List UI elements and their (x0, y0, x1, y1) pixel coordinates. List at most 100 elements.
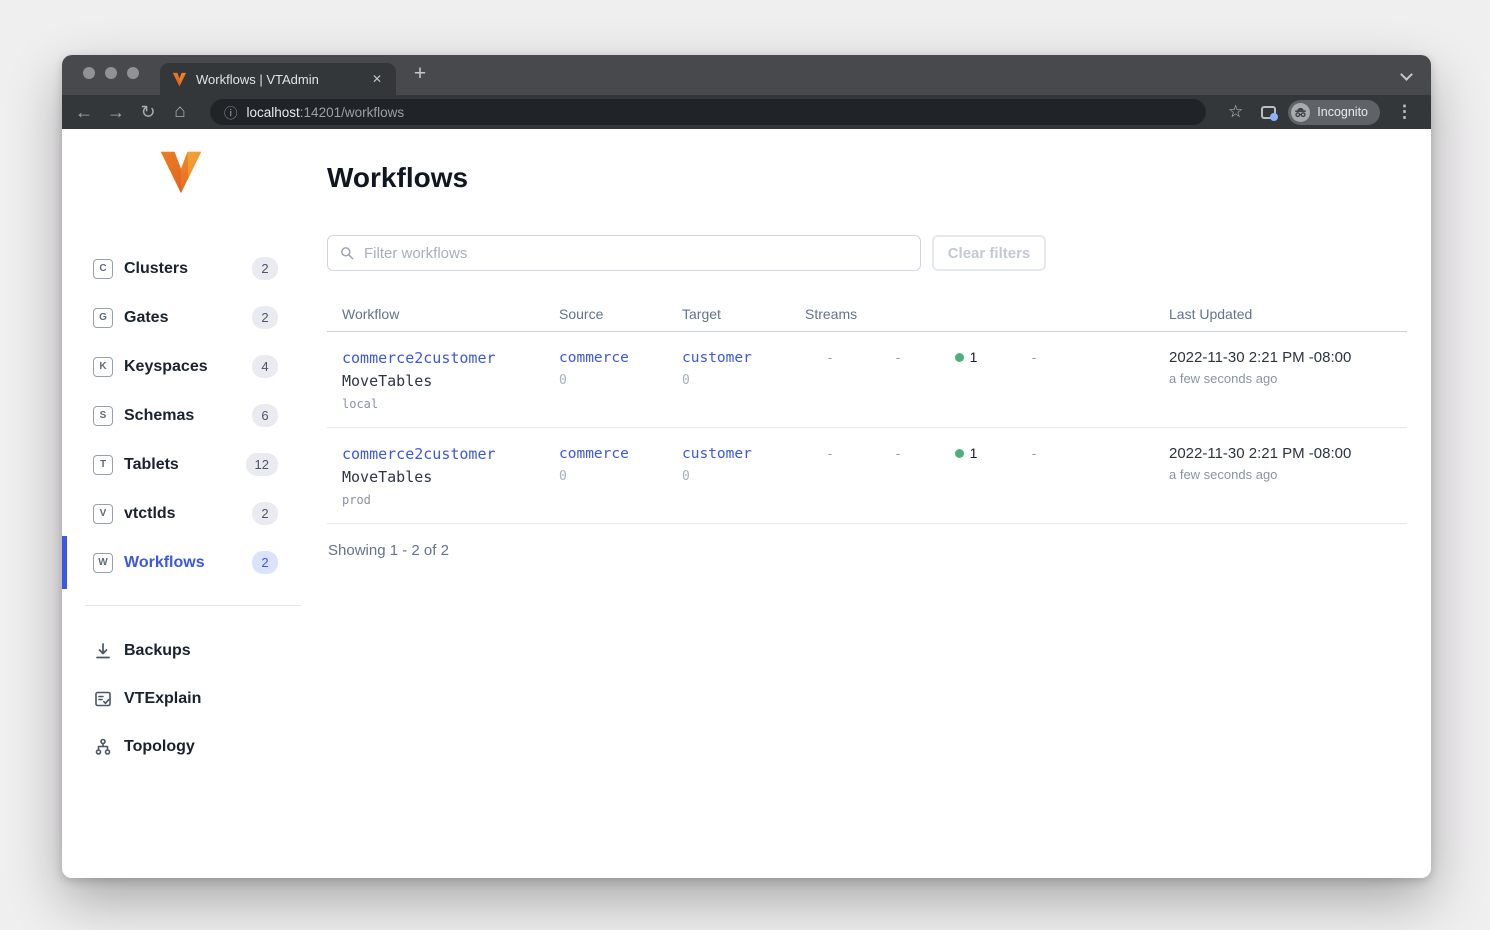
page-content: C Clusters 2 G Gates 2 K Keyspaces 4 S S… (62, 129, 1431, 878)
stream-count: - (796, 445, 864, 507)
browser-tab[interactable]: Workflows | VTAdmin ✕ (160, 63, 396, 95)
clusters-letter-icon: C (93, 259, 113, 279)
tab-close-icon[interactable]: ✕ (368, 70, 386, 88)
column-header-streams: Streams (790, 306, 1154, 322)
column-header-source: Source (544, 306, 667, 322)
address-bar[interactable]: ⓘ localhost:14201/workflows (210, 99, 1206, 125)
workflow-cell: commerce2customer MoveTables local (327, 349, 544, 411)
sidebar-item-label: Workflows (124, 554, 205, 572)
topology-icon (93, 737, 113, 757)
sidebar: C Clusters 2 G Gates 2 K Keyspaces 4 S S… (62, 129, 327, 878)
browser-window: Workflows | VTAdmin ✕ + ← → ↻ ⌂ ⓘ localh… (62, 55, 1431, 878)
tab-title: Workflows | VTAdmin (196, 72, 368, 87)
workflows-table: Workflow Source Target Streams Last Upda… (327, 298, 1407, 524)
incognito-label: Incognito (1317, 105, 1368, 119)
last-updated-relative: a few seconds ago (1169, 467, 1407, 482)
count-badge: 2 (252, 257, 278, 280)
column-header-target: Target (667, 306, 790, 322)
tablets-letter-icon: T (93, 455, 113, 475)
target-shard: 0 (682, 373, 790, 388)
sidebar-item-keyspaces[interactable]: K Keyspaces 4 (62, 342, 327, 391)
sidebar-item-clusters[interactable]: C Clusters 2 (62, 244, 327, 293)
running-status-dot-icon (955, 449, 964, 458)
document-check-icon (93, 689, 113, 709)
stream-count: - (1000, 445, 1068, 507)
pagination-status: Showing 1 - 2 of 2 (327, 542, 1407, 559)
sidebar-item-label: Backups (124, 642, 191, 660)
target-keyspace-link[interactable]: customer (682, 350, 752, 366)
download-icon (93, 641, 113, 661)
running-status-dot-icon (955, 353, 964, 362)
search-icon (339, 245, 355, 261)
target-keyspace-link[interactable]: customer (682, 446, 752, 462)
main-area: Workflows Clear filters Workflow Source … (327, 129, 1431, 878)
window-close-button[interactable] (83, 67, 95, 79)
column-header-workflow: Workflow (327, 306, 544, 322)
source-cell: commerce 0 (544, 445, 667, 507)
vitess-logo[interactable] (158, 148, 204, 196)
page-title: Workflows (327, 160, 1407, 196)
sidebar-item-gates[interactable]: G Gates 2 (62, 293, 327, 342)
workflow-link[interactable]: commerce2customer (342, 445, 496, 463)
workflow-cell: commerce2customer MoveTables prod (327, 445, 544, 507)
source-keyspace-link[interactable]: commerce (559, 350, 629, 366)
table-header-row: Workflow Source Target Streams Last Upda… (327, 298, 1407, 332)
stream-count: - (864, 445, 932, 507)
count-badge: 4 (252, 355, 278, 378)
stream-count-running: 1 (932, 445, 1000, 507)
count-badge: 12 (246, 453, 278, 476)
site-info-icon[interactable]: ⓘ (224, 102, 238, 122)
url-path: :14201/workflows (300, 105, 404, 120)
source-shard: 0 (559, 469, 667, 484)
count-badge: 2 (252, 502, 278, 525)
home-icon[interactable]: ⌂ (164, 99, 196, 125)
workflows-letter-icon: W (93, 553, 113, 573)
tab-search-chevron-icon[interactable] (1400, 68, 1413, 81)
stream-count: - (1000, 349, 1068, 411)
sidebar-item-vtexplain[interactable]: VTExplain (62, 675, 327, 723)
sidebar-item-label: vtctlds (124, 505, 176, 523)
bookmark-star-icon[interactable]: ☆ (1218, 102, 1253, 122)
new-tab-button[interactable]: + (407, 61, 433, 87)
sidebar-item-label: Keyspaces (124, 358, 208, 376)
window-minimize-button[interactable] (105, 67, 117, 79)
window-zoom-button[interactable] (127, 67, 139, 79)
target-cell: customer 0 (667, 349, 790, 411)
sidebar-item-vtctlds[interactable]: V vtctlds 2 (62, 489, 327, 538)
forward-icon[interactable]: → (100, 99, 132, 125)
sidebar-item-topology[interactable]: Topology (62, 723, 327, 771)
streams-cell: - - 1 - (790, 445, 1154, 507)
sidebar-item-backups[interactable]: Backups (62, 627, 327, 675)
sidebar-tools: Backups VTExplain Topo (62, 627, 327, 771)
last-updated-timestamp: 2022-11-30 2:21 PM -08:00 (1169, 349, 1407, 366)
sidebar-item-label: VTExplain (124, 690, 201, 708)
filter-workflows-input[interactable] (327, 235, 921, 271)
keyspaces-letter-icon: K (93, 357, 113, 377)
clear-filters-button[interactable]: Clear filters (932, 235, 1046, 271)
count-badge: 2 (252, 551, 278, 574)
sidebar-nav: C Clusters 2 G Gates 2 K Keyspaces 4 S S… (62, 244, 327, 587)
url-host: localhost (247, 105, 300, 120)
column-header-last-updated: Last Updated (1154, 306, 1407, 322)
count-badge: 2 (252, 306, 278, 329)
sidebar-item-tablets[interactable]: T Tablets 12 (62, 440, 327, 489)
sidebar-item-label: Gates (124, 309, 168, 327)
side-panel-icon[interactable] (1261, 106, 1276, 119)
filter-row: Clear filters (327, 235, 1407, 271)
sidebar-item-workflows[interactable]: W Workflows 2 (62, 538, 327, 587)
source-cell: commerce 0 (544, 349, 667, 411)
last-updated-cell: 2022-11-30 2:21 PM -08:00 a few seconds … (1154, 349, 1407, 411)
browser-menu-icon[interactable]: ⋮ (1388, 102, 1421, 122)
vtctlds-letter-icon: V (93, 504, 113, 524)
sidebar-item-schemas[interactable]: S Schemas 6 (62, 391, 327, 440)
back-icon[interactable]: ← (68, 99, 100, 125)
window-controls[interactable] (83, 67, 139, 79)
vitess-favicon-icon (172, 72, 187, 87)
workflow-cluster: local (342, 397, 544, 411)
stream-count: - (796, 349, 864, 411)
workflow-cluster: prod (342, 493, 544, 507)
source-keyspace-link[interactable]: commerce (559, 446, 629, 462)
browser-tab-bar: Workflows | VTAdmin ✕ + (62, 55, 1431, 95)
workflow-link[interactable]: commerce2customer (342, 349, 496, 367)
reload-icon[interactable]: ↻ (132, 99, 164, 125)
